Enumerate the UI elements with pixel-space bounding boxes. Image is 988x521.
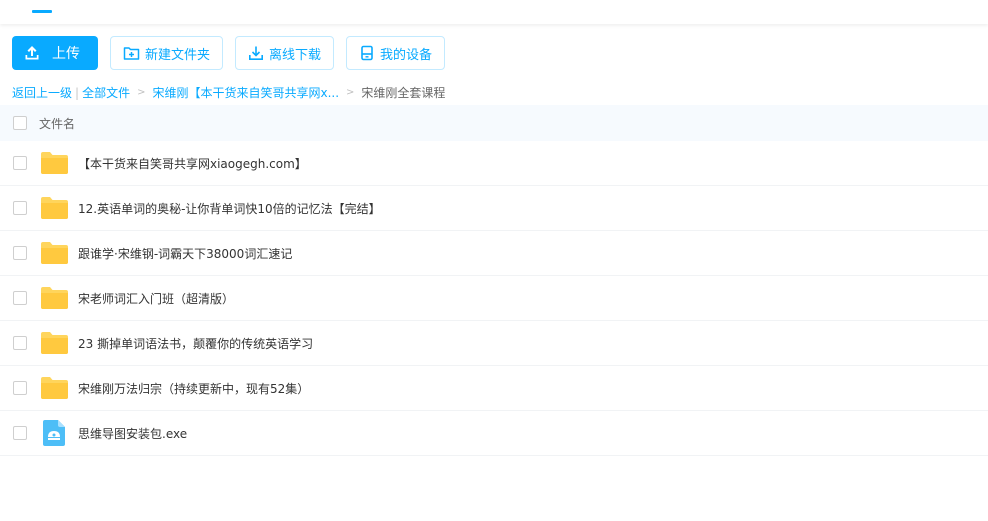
breadcrumb-folder-link[interactable]: 宋维刚【本干货来自笑哥共享网x... bbox=[152, 84, 339, 101]
file-row[interactable]: 跟谁学·宋维钢-词霸天下38000词汇速记 bbox=[0, 231, 988, 276]
row-checkbox[interactable] bbox=[13, 291, 27, 305]
row-checkbox[interactable] bbox=[13, 381, 27, 395]
file-row[interactable]: 23 撕掉单词语法书，颠覆你的传统英语学习 bbox=[0, 321, 988, 366]
file-name[interactable]: 23 撕掉单词语法书，颠覆你的传统英语学习 bbox=[78, 335, 313, 352]
file-table-header: 文件名 bbox=[0, 105, 988, 141]
row-checkbox[interactable] bbox=[13, 201, 27, 215]
all-files-link[interactable]: 全部文件 bbox=[82, 84, 130, 101]
file-name[interactable]: 【本干货来自笑哥共享网xiaogegh.com】 bbox=[78, 155, 307, 172]
file-name[interactable]: 宋维刚万法归宗（持续更新中，现有52集） bbox=[78, 380, 309, 397]
device-icon bbox=[359, 45, 375, 61]
file-name[interactable]: 思维导图安装包.exe bbox=[78, 425, 187, 442]
folder-icon bbox=[40, 239, 68, 267]
file-row[interactable]: 【本干货来自笑哥共享网xiaogegh.com】 bbox=[0, 141, 988, 186]
row-checkbox[interactable] bbox=[13, 336, 27, 350]
folder-icon bbox=[40, 329, 68, 357]
file-row[interactable]: 宋老师词汇入门班（超清版） bbox=[0, 276, 988, 321]
upload-button-label: 上传 bbox=[52, 46, 80, 62]
new-folder-button[interactable]: 新建文件夹 bbox=[110, 36, 224, 70]
toolbar: 上传 新建文件夹 离线下载 我的设备 bbox=[12, 36, 457, 70]
folder-icon bbox=[40, 284, 68, 312]
active-tab-indicator bbox=[32, 10, 52, 13]
file-name[interactable]: 12.英语单词的奥秘-让你背单词快10倍的记忆法【完结】 bbox=[78, 200, 381, 217]
row-checkbox[interactable] bbox=[13, 426, 27, 440]
file-list: 【本干货来自笑哥共享网xiaogegh.com】 12.英语单词的奥秘-让你背单… bbox=[0, 141, 988, 456]
file-row[interactable]: 思维导图安装包.exe bbox=[0, 411, 988, 456]
my-devices-button-label: 我的设备 bbox=[380, 47, 433, 63]
breadcrumb: 返回上一级 | 全部文件 > 宋维刚【本干货来自笑哥共享网x... > 宋维刚全… bbox=[12, 84, 445, 101]
folder-icon bbox=[40, 374, 68, 402]
upload-icon bbox=[24, 45, 40, 61]
folder-icon bbox=[40, 194, 68, 222]
breadcrumb-arrow-1: > bbox=[137, 87, 146, 98]
row-checkbox[interactable] bbox=[13, 156, 27, 170]
download-icon bbox=[248, 45, 264, 61]
exe-file-icon bbox=[40, 419, 68, 447]
breadcrumb-current: 宋维刚全套课程 bbox=[361, 86, 446, 100]
select-all-checkbox[interactable] bbox=[13, 116, 27, 130]
breadcrumb-arrow-2: > bbox=[346, 87, 355, 98]
new-folder-button-label: 新建文件夹 bbox=[145, 47, 211, 63]
new-folder-icon bbox=[123, 45, 140, 61]
folder-icon bbox=[40, 149, 68, 177]
upload-button[interactable]: 上传 bbox=[12, 36, 98, 70]
breadcrumb-separator: | bbox=[75, 85, 80, 100]
back-link[interactable]: 返回上一级 bbox=[12, 84, 72, 101]
filename-column-header[interactable]: 文件名 bbox=[39, 115, 75, 132]
my-devices-button[interactable]: 我的设备 bbox=[346, 36, 446, 70]
file-row[interactable]: 12.英语单词的奥秘-让你背单词快10倍的记忆法【完结】 bbox=[0, 186, 988, 231]
row-checkbox[interactable] bbox=[13, 246, 27, 260]
top-tab-bar bbox=[0, 0, 988, 24]
file-name[interactable]: 跟谁学·宋维钢-词霸天下38000词汇速记 bbox=[78, 245, 292, 262]
offline-download-button-label: 离线下载 bbox=[269, 47, 322, 63]
file-row[interactable]: 宋维刚万法归宗（持续更新中，现有52集） bbox=[0, 366, 988, 411]
offline-download-button[interactable]: 离线下载 bbox=[235, 36, 335, 70]
file-name[interactable]: 宋老师词汇入门班（超清版） bbox=[78, 290, 234, 307]
